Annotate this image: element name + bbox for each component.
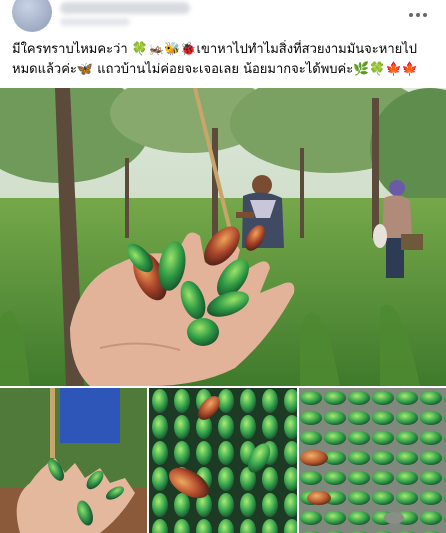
more-options-button[interactable] — [404, 4, 432, 26]
caption-line: มีใครทราบไหมคะว่า 🍀🦗🐝🐞เขาหาไปทำไมสิ่งที่… — [12, 42, 418, 57]
post-time-blurred — [60, 18, 130, 26]
author-avatar[interactable] — [12, 0, 52, 32]
post-header — [0, 0, 446, 34]
photo-main[interactable] — [0, 88, 446, 386]
photo-thumbnail-2[interactable] — [149, 388, 297, 533]
more-dots-icon — [409, 13, 413, 17]
photo-thumbnail-1[interactable] — [0, 388, 147, 533]
photo-thumbnail-3[interactable] — [299, 388, 446, 533]
caption-line: หมดแล้วค่ะ🦋 แถวบ้านไม่ค่อยจะเจอเลย น้อยม… — [12, 62, 418, 77]
post-caption: มีใครทราบไหมคะว่า 🍀🦗🐝🐞เขาหาไปทำไมสิ่งที่… — [12, 40, 436, 80]
author-name-blurred[interactable] — [60, 2, 190, 14]
